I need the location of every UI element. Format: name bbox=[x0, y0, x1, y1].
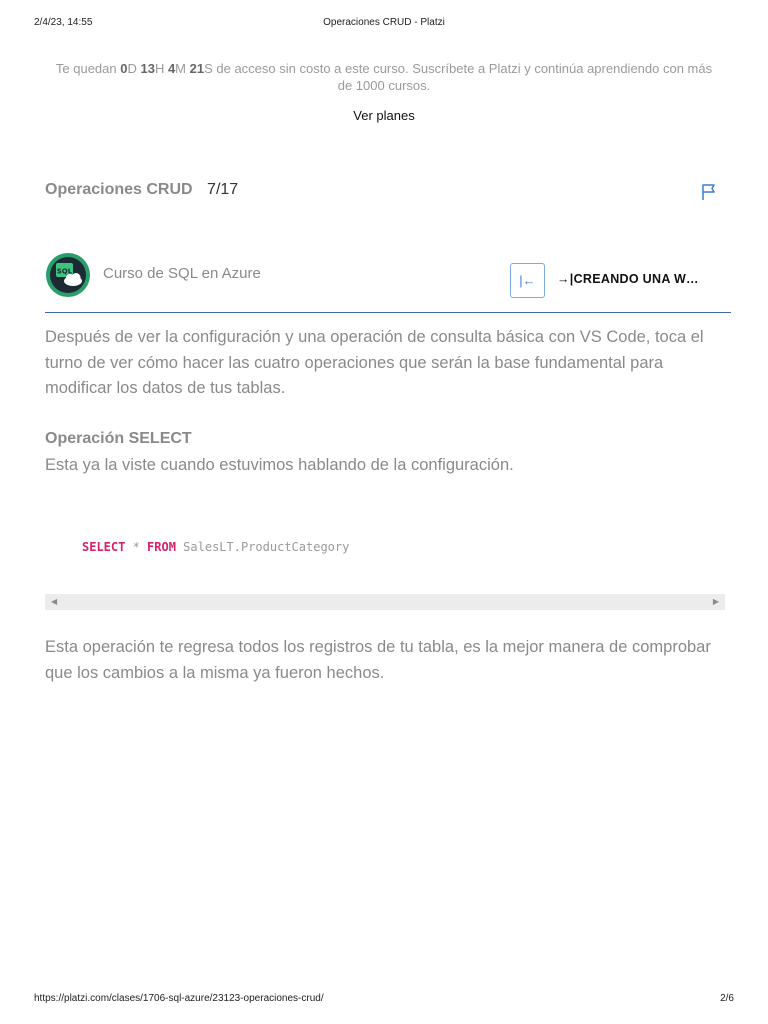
select-description: Esta ya la viste cuando estuvimos hablan… bbox=[45, 456, 514, 474]
print-title: Operaciones CRUD - Platzi bbox=[323, 17, 445, 28]
code-keyword-from: FROM bbox=[147, 540, 176, 554]
course-row: SQL Curso de SQL en Azure |← →|CREANDO U… bbox=[45, 252, 731, 313]
banner-prefix: Te quedan bbox=[55, 61, 121, 76]
class-title: Operaciones CRUD bbox=[45, 181, 193, 198]
class-progress: 7/17 bbox=[207, 181, 239, 198]
flag-icon[interactable] bbox=[701, 183, 717, 201]
seconds-unit: S bbox=[204, 61, 213, 76]
trial-banner: Te quedan 0D 13H 4M 21S de acceso sin co… bbox=[50, 60, 718, 94]
hours-count: 13 bbox=[140, 61, 155, 76]
print-url: https://platzi.com/clases/1706-sql-azure… bbox=[34, 993, 324, 1004]
course-logo: SQL bbox=[46, 253, 90, 297]
scroll-right-icon[interactable]: ▶ bbox=[713, 597, 719, 606]
days-unit: D bbox=[127, 61, 141, 76]
select-heading: Operación SELECT bbox=[45, 430, 192, 447]
class-header: Operaciones CRUD 7/17 bbox=[45, 181, 725, 203]
banner-suffix: de acceso sin costo a este curso. Suscrí… bbox=[212, 61, 713, 93]
code-block: SELECT * FROM SalesLT.ProductCategory bbox=[82, 540, 349, 554]
hours-unit: H bbox=[154, 61, 168, 76]
code-keyword-select: SELECT bbox=[82, 540, 126, 554]
ver-planes-link[interactable]: Ver planes bbox=[0, 108, 768, 123]
code-table-name: SalesLT.ProductCategory bbox=[175, 540, 350, 554]
previous-class-button[interactable]: |← bbox=[510, 263, 545, 298]
intro-paragraph: Después de ver la configuración y una op… bbox=[45, 328, 704, 397]
previous-arrow-icon: |← bbox=[519, 273, 536, 288]
code-horizontal-scrollbar[interactable]: ◀ ▶ bbox=[45, 594, 725, 610]
code-star: * bbox=[125, 540, 148, 554]
course-name[interactable]: Curso de SQL en Azure bbox=[103, 265, 261, 282]
scroll-left-icon[interactable]: ◀ bbox=[51, 597, 57, 606]
next-class-link[interactable]: →|CREANDO UNA W… bbox=[557, 272, 699, 286]
print-page-number: 2/6 bbox=[720, 993, 734, 1004]
seconds-count: 21 bbox=[189, 61, 205, 76]
select-result-paragraph: Esta operación te regresa todos los regi… bbox=[45, 638, 711, 682]
minutes-unit: M bbox=[175, 61, 190, 76]
